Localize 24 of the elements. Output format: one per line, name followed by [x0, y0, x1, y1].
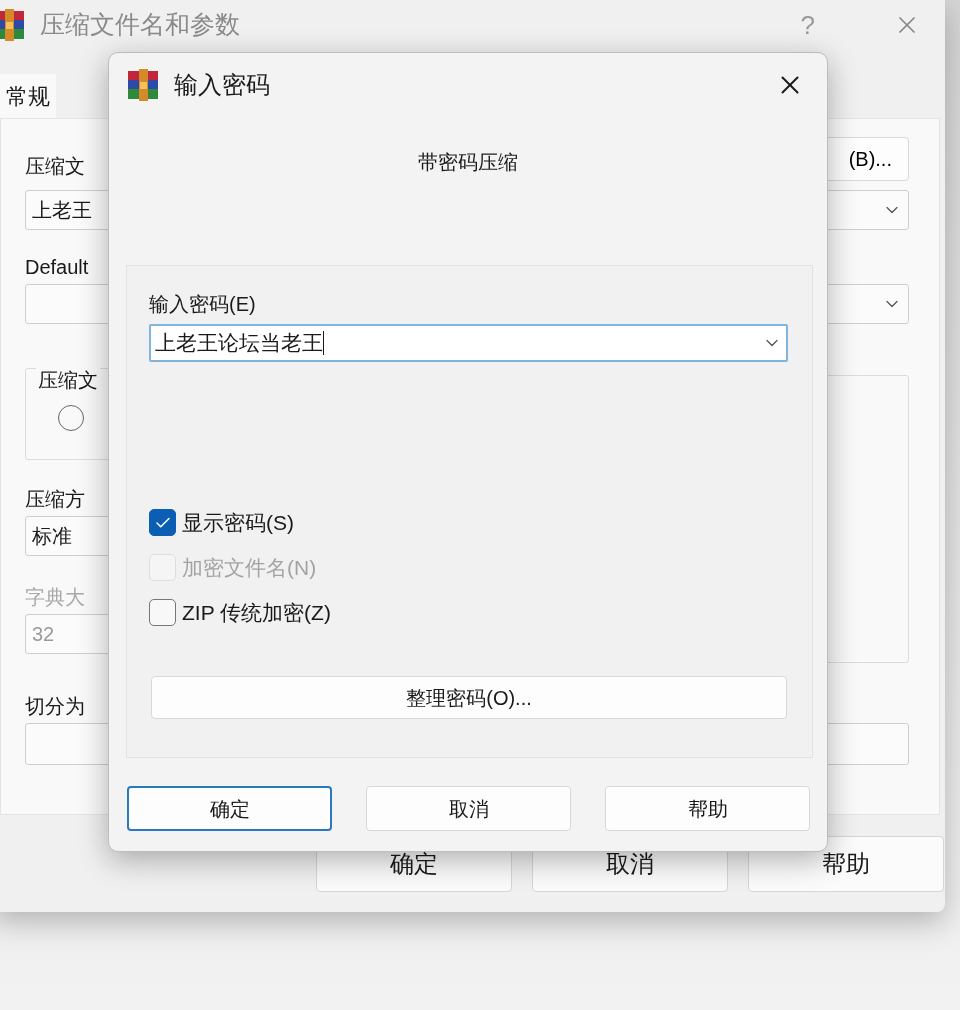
window-title: 压缩文件名和参数: [40, 9, 240, 41]
field-label: 字典大: [25, 585, 86, 610]
checkbox[interactable]: [149, 599, 176, 626]
checkbox-label: ZIP 传统加密(Z): [182, 599, 331, 626]
archive-books-icon: [0, 8, 26, 42]
password-value: 上老王论坛当老王: [155, 330, 323, 357]
field-label: 输入密码(E): [149, 292, 256, 317]
dialog-button[interactable]: 帮助: [605, 786, 810, 831]
dialog-title: 输入密码: [174, 70, 270, 100]
field-label: 切分为: [25, 694, 85, 719]
archive-books-icon: [126, 68, 160, 102]
checkbox-label: 加密文件名(N): [182, 554, 317, 581]
field-label: 压缩文: [25, 154, 85, 179]
password-field[interactable]: 上老王论坛当老王: [149, 324, 788, 362]
field-label: 压缩方: [25, 487, 86, 512]
organize-passwords-button[interactable]: 整理密码(O)...: [151, 676, 787, 719]
field-label: Default: [25, 255, 89, 280]
checkbox-label: 显示密码(S): [182, 509, 294, 536]
text-cursor: [323, 331, 324, 355]
dialog-subtitle: 带密码压缩: [418, 150, 518, 175]
tab[interactable]: 常规: [0, 74, 56, 118]
dialog-button[interactable]: 确定: [127, 786, 332, 831]
dialog-button[interactable]: 取消: [366, 786, 571, 831]
checkbox[interactable]: [149, 509, 176, 536]
